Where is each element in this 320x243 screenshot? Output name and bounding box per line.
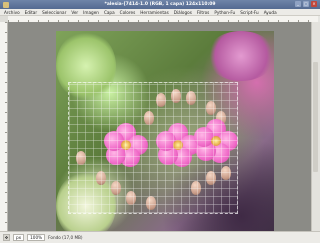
menu-item-imagen[interactable]: Imagen [83, 10, 99, 15]
menu-item-ver[interactable]: Ver [71, 10, 78, 15]
selection-grid[interactable] [68, 82, 238, 214]
menu-item-seleccionar[interactable]: Seleccionar [42, 10, 66, 15]
menu-item-capa[interactable]: Capa [104, 10, 115, 15]
scrollbar-thumb[interactable] [313, 62, 318, 172]
menu-item-filtros[interactable]: Filtros [197, 10, 209, 15]
menu-item-archivo[interactable]: Archivo [4, 10, 20, 15]
menu-item-ayuda[interactable]: Ayuda [264, 10, 277, 15]
menubar: Archivo Editar Seleccionar Ver Imagen Ca… [0, 9, 320, 16]
navigate-icon[interactable]: ✥ [3, 234, 10, 241]
minimize-icon[interactable]: _ [295, 1, 301, 7]
vertical-scrollbar[interactable] [311, 22, 320, 231]
close-icon[interactable]: × [311, 1, 317, 7]
menu-item-herramientas[interactable]: Herramientas [140, 10, 169, 15]
window-menu-icon[interactable] [3, 1, 9, 8]
status-info: Fondo (17,0 MB) [48, 235, 83, 240]
menu-item-colores[interactable]: Colores [120, 10, 136, 15]
menu-item-dialogos[interactable]: Diálogos [174, 10, 192, 15]
window-controls: _ □ × [295, 1, 317, 7]
canvas-area[interactable] [8, 22, 312, 231]
window-title: *alesia-[7414-1.0 (RGB, 1 capa) 124x110:… [104, 2, 216, 7]
leaf-shape [206, 31, 276, 81]
menu-item-editar[interactable]: Editar [25, 10, 37, 15]
zoom-selector[interactable]: 100% [27, 234, 46, 241]
window-titlebar: *alesia-[7414-1.0 (RGB, 1 capa) 124x110:… [0, 0, 320, 9]
menu-item-script-fu[interactable]: Script-Fu [240, 10, 259, 15]
statusbar: ✥ px 100% Fondo (17,0 MB) [0, 231, 320, 243]
menu-item-python-fu[interactable]: Python-Fu [214, 10, 235, 15]
vertical-ruler[interactable] [0, 22, 8, 231]
maximize-icon[interactable]: □ [303, 1, 309, 7]
unit-selector[interactable]: px [13, 234, 25, 241]
